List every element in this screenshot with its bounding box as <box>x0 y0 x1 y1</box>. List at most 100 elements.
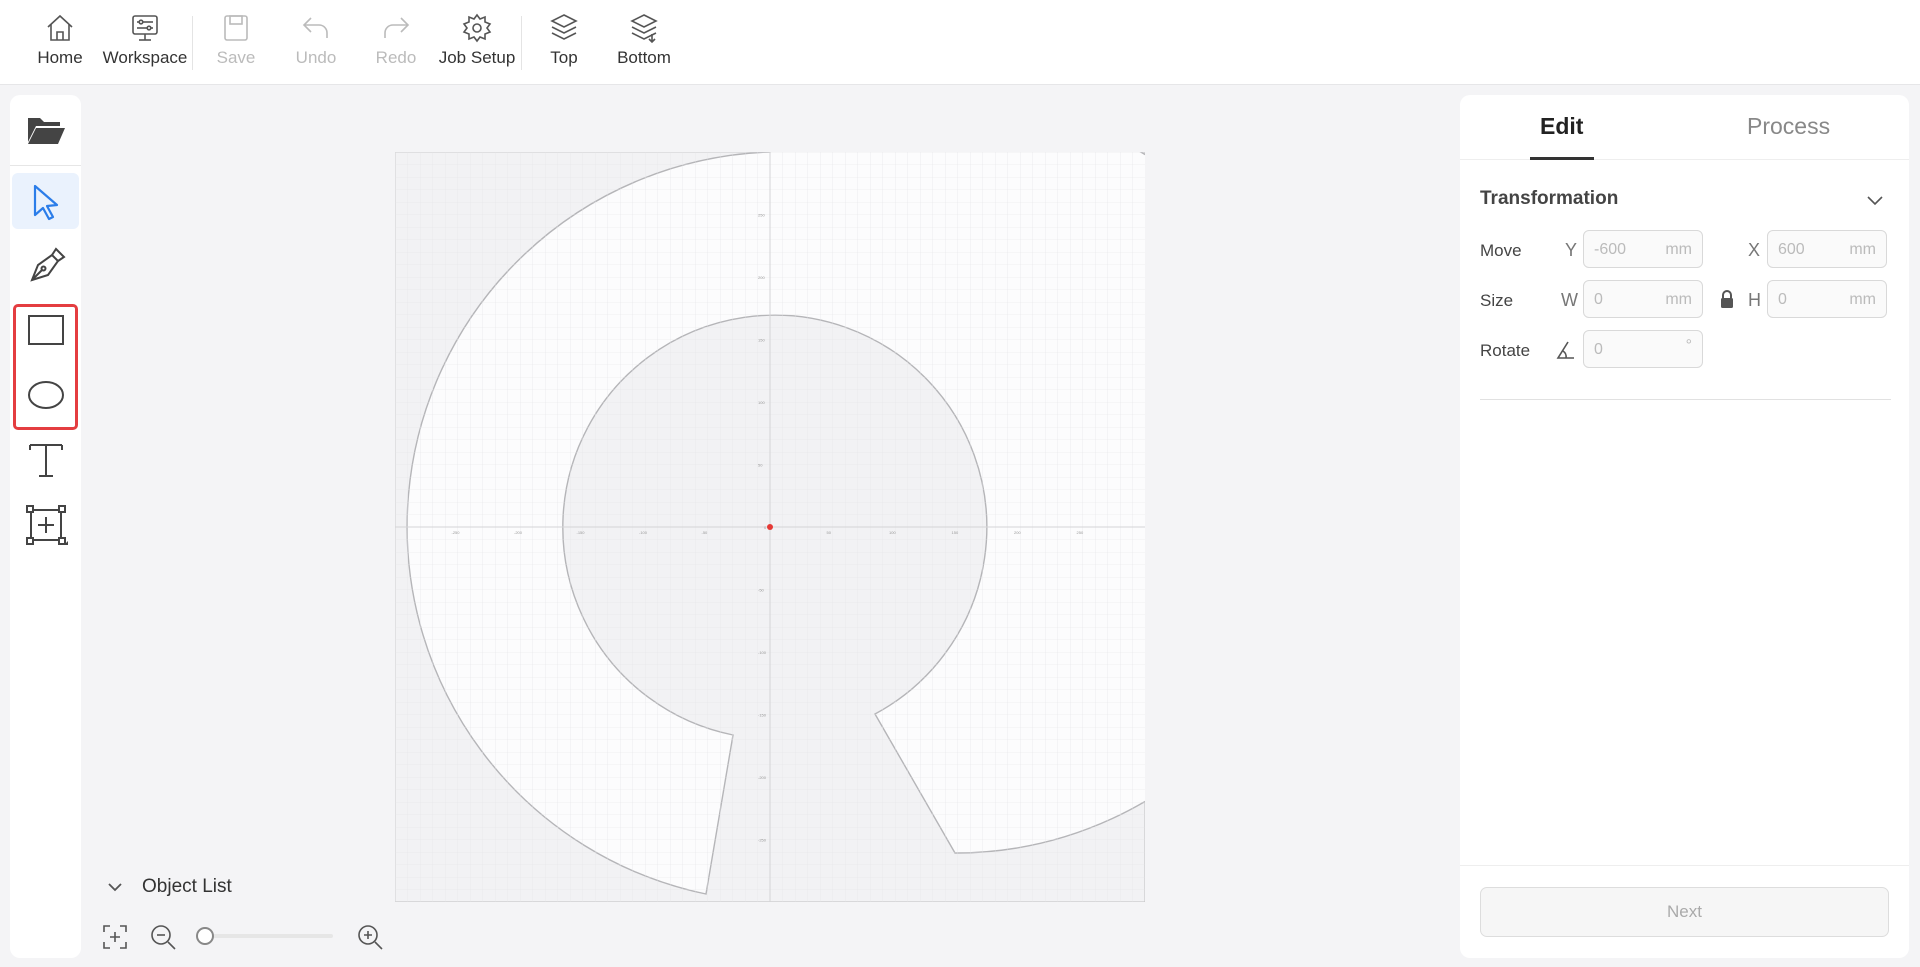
x-tick-label: -50 <box>702 530 709 535</box>
zoom-in-icon <box>358 925 383 950</box>
section-divider <box>1480 399 1891 400</box>
rotate-field[interactable]: 0 ° <box>1583 330 1703 368</box>
move-y-value: -600 <box>1594 241 1627 258</box>
save-label: Save <box>216 48 256 67</box>
y-tick-label: -50 <box>758 588 765 593</box>
x-tick-label: -100 <box>639 530 648 535</box>
origin-marker <box>767 524 773 530</box>
size-h-unit: mm <box>1849 291 1876 308</box>
y-tick-label: 150 <box>758 338 765 343</box>
gear-icon <box>462 13 492 43</box>
workspace-label: Workspace <box>102 48 188 67</box>
size-w-unit: mm <box>1665 291 1692 308</box>
x-tick-label: -200 <box>514 530 523 535</box>
left-tool-panel <box>10 95 81 958</box>
layers-top-icon <box>550 14 578 40</box>
select-tool[interactable] <box>12 173 79 229</box>
rotate-unit: ° <box>1685 337 1692 354</box>
top-toolbar: Home Workspace Save Undo Redo Job Setup … <box>0 0 1920 85</box>
x-tick-label: 200 <box>1014 530 1021 535</box>
zoom-out-icon <box>151 925 176 950</box>
object-list-label: Object List <box>142 876 232 897</box>
save-icon <box>224 15 248 41</box>
chevron-down-icon <box>108 883 122 892</box>
y-tick-label: 200 <box>758 275 765 280</box>
undo-icon <box>302 17 328 38</box>
redo-button[interactable]: Redo <box>351 12 441 68</box>
rotate-value: 0 <box>1594 341 1603 358</box>
zoom-slider-track[interactable] <box>198 934 333 938</box>
x-tick-label: -250 <box>452 530 461 535</box>
fit-screen-icon <box>103 925 127 949</box>
lock-icon[interactable] <box>1719 289 1735 309</box>
top-view-button[interactable]: Top <box>519 12 609 68</box>
job-setup-button[interactable]: Job Setup <box>432 12 522 68</box>
move-x-field[interactable]: 600 mm <box>1767 230 1887 268</box>
footer-divider <box>1460 865 1909 866</box>
size-h-field[interactable]: 0 mm <box>1767 280 1887 318</box>
open-file-button[interactable] <box>12 102 79 158</box>
x-tick-label: -150 <box>577 530 586 535</box>
zoom-out-button[interactable] <box>148 922 180 954</box>
rotate-label: Rotate <box>1480 341 1531 360</box>
save-button[interactable]: Save <box>191 12 281 68</box>
x-tick-label: 50 <box>827 530 832 535</box>
y-tick-label: 100 <box>758 400 765 405</box>
pen-tool[interactable] <box>12 237 79 293</box>
w-axis-label: W <box>1561 290 1578 310</box>
workspace-icon <box>132 15 158 41</box>
undo-button[interactable]: Undo <box>271 12 361 68</box>
text-icon <box>28 444 63 477</box>
size-label: Size <box>1480 291 1514 310</box>
y-tick-label: 250 <box>758 213 765 218</box>
size-h-value: 0 <box>1778 291 1787 308</box>
h-axis-label: H <box>1748 290 1761 310</box>
x-tick-label: 100 <box>889 530 896 535</box>
open-folder-icon <box>27 118 65 144</box>
home-icon <box>47 14 73 41</box>
y-tick-label: -150 <box>758 713 767 718</box>
highlight-frame <box>13 304 78 430</box>
size-w-field[interactable]: 0 mm <box>1583 280 1703 318</box>
fit-to-screen-button[interactable] <box>100 922 132 954</box>
top-label: Top <box>550 48 578 67</box>
home-button[interactable]: Home <box>15 12 105 68</box>
y-tick-label: -200 <box>758 775 767 780</box>
zoom-in-button[interactable] <box>355 922 387 954</box>
y-tick-label: -100 <box>758 650 767 655</box>
object-list-toggle[interactable]: Object List <box>104 876 232 898</box>
tab-edit[interactable]: Edit <box>1540 113 1583 140</box>
home-label: Home <box>37 48 83 67</box>
add-frame-icon <box>25 505 68 545</box>
y-axis-label: Y <box>1565 240 1578 260</box>
bottom-label: Bottom <box>617 48 671 67</box>
size-w-value: 0 <box>1594 291 1603 308</box>
chevron-down-icon[interactable] <box>1864 189 1886 211</box>
zoom-slider-handle[interactable] <box>196 927 214 945</box>
angle-icon <box>1556 341 1574 359</box>
x-tick-label: 250 <box>1077 530 1084 535</box>
text-tool[interactable] <box>12 432 79 488</box>
work-area-canvas[interactable]: -250 -200 -150 -100 -50 50 100 150 200 250 250 200… <box>395 152 1145 902</box>
move-y-unit: mm <box>1665 241 1692 258</box>
move-y-field[interactable]: -600 mm <box>1583 230 1703 268</box>
redo-label: Redo <box>375 48 417 67</box>
x-tick-label: 150 <box>952 530 959 535</box>
workspace-button[interactable]: Workspace <box>100 12 190 68</box>
undo-label: Undo <box>295 48 337 67</box>
pen-icon <box>29 247 66 282</box>
tab-process[interactable]: Process <box>1747 113 1830 140</box>
job-setup-label: Job Setup <box>438 48 516 67</box>
panel-tabs: Edit Process <box>1460 95 1909 160</box>
redo-icon <box>384 17 410 38</box>
layers-bottom-icon <box>630 14 658 44</box>
tool-divider <box>10 165 81 166</box>
move-label: Move <box>1480 241 1522 260</box>
next-button[interactable]: Next <box>1480 887 1889 937</box>
y-tick-label: 50 <box>758 463 763 468</box>
bottom-view-button[interactable]: Bottom <box>599 12 689 68</box>
y-tick-label: -250 <box>758 838 767 843</box>
x-axis-label: X <box>1748 240 1761 260</box>
move-x-value: 600 <box>1778 241 1805 258</box>
add-element-tool[interactable] <box>12 497 79 553</box>
